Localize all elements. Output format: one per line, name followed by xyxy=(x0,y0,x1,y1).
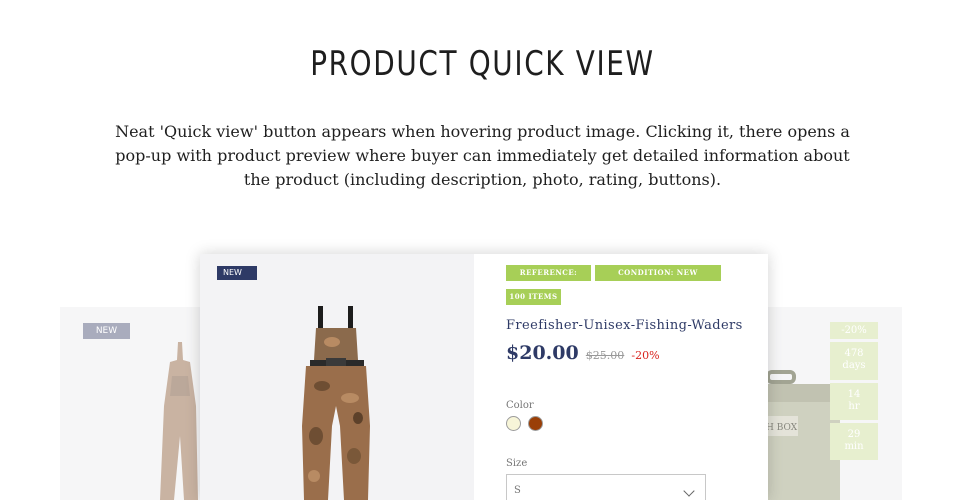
reference-tag: REFERENCE: 00111 xyxy=(506,265,591,293)
countdown-minutes-unit: min xyxy=(844,441,864,452)
quick-view-modal: NEW REFERENCE: 00111 CONDITION: NEW PROD… xyxy=(200,254,768,500)
page-description: Neat 'Quick view' button appears when ho… xyxy=(115,122,850,189)
size-selected-value: S xyxy=(514,485,521,496)
chevron-down-icon xyxy=(683,485,695,497)
discount-percent: -20% xyxy=(631,349,660,362)
page-title: PRODUCT QUICK VIEW xyxy=(310,44,655,84)
countdown-hours-unit: hr xyxy=(848,401,860,412)
product-image[interactable] xyxy=(292,306,382,500)
svg-text:H BOX: H BOX xyxy=(766,423,798,433)
condition-tag: CONDITION: NEW PRODUCT xyxy=(595,265,721,293)
countdown-hours-value: 14 xyxy=(847,389,861,400)
color-label: Color xyxy=(506,400,534,411)
size-select[interactable]: S xyxy=(506,474,706,500)
new-badge: NEW xyxy=(217,266,257,280)
countdown-minutes: 29 min xyxy=(830,423,878,460)
countdown-discount-badge: -20% xyxy=(830,322,878,339)
price-row: $20.00 $25.00 -20% xyxy=(506,342,660,364)
stock-tag: 100 ITEMS xyxy=(506,289,561,305)
product-name: Freefisher-Unisex-Fishing-Waders xyxy=(506,318,743,333)
countdown-hours: 14 hr xyxy=(830,383,878,420)
color-swatch-brown[interactable] xyxy=(528,416,543,431)
product-image-pane: NEW xyxy=(200,254,474,500)
countdown-minutes-value: 29 xyxy=(847,429,861,440)
background-new-badge: NEW xyxy=(83,323,130,339)
current-price: $20.00 xyxy=(506,342,579,364)
countdown-days: 478 days xyxy=(830,342,878,380)
countdown-days-unit: days xyxy=(842,360,866,371)
countdown-days-value: 478 xyxy=(844,348,864,359)
color-swatch-cream[interactable] xyxy=(506,416,521,431)
size-label: Size xyxy=(506,458,528,469)
background-tackle-box-image[interactable]: H BOX xyxy=(760,360,840,500)
old-price: $25.00 xyxy=(585,349,625,362)
